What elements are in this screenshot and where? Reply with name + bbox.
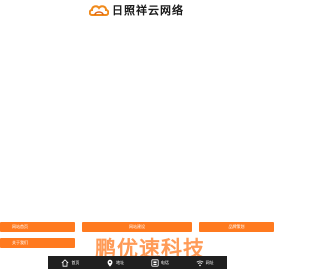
brand-name: 日照祥云网络	[112, 4, 184, 17]
tab-home[interactable]: 首页	[48, 256, 93, 269]
tab-label: 首页	[71, 259, 80, 265]
tab-website[interactable]: 网址	[182, 256, 227, 269]
wifi-icon	[196, 260, 204, 266]
tab-address[interactable]: 地址	[93, 256, 138, 269]
menu-button-label: 品牌策划	[228, 224, 245, 229]
cloud-logo-icon	[89, 5, 109, 16]
location-pin-icon	[107, 259, 113, 267]
tab-label: 地址	[116, 259, 125, 265]
menu-button-1[interactable]: 网站首页	[0, 222, 75, 232]
home-icon	[61, 258, 69, 267]
menu-button-2[interactable]: 网站建设	[82, 222, 192, 232]
phone-icon	[151, 258, 159, 267]
menu-button-3[interactable]: 品牌策划	[199, 222, 274, 232]
tab-phone[interactable]: 电话	[138, 256, 183, 269]
menu-button-label: 网站建设	[129, 224, 145, 229]
menu-button-4[interactable]: 关于我们	[0, 238, 75, 248]
tab-label: 网址	[205, 259, 214, 265]
site-logo[interactable]: 日照祥云网络	[89, 3, 184, 19]
tab-label: 电话	[160, 259, 169, 265]
menu-button-label: 网站首页	[12, 224, 28, 229]
menu-button-label: 关于我们	[12, 240, 28, 245]
bottom-tab-bar: 首页 地址 电话 网址	[48, 256, 227, 269]
